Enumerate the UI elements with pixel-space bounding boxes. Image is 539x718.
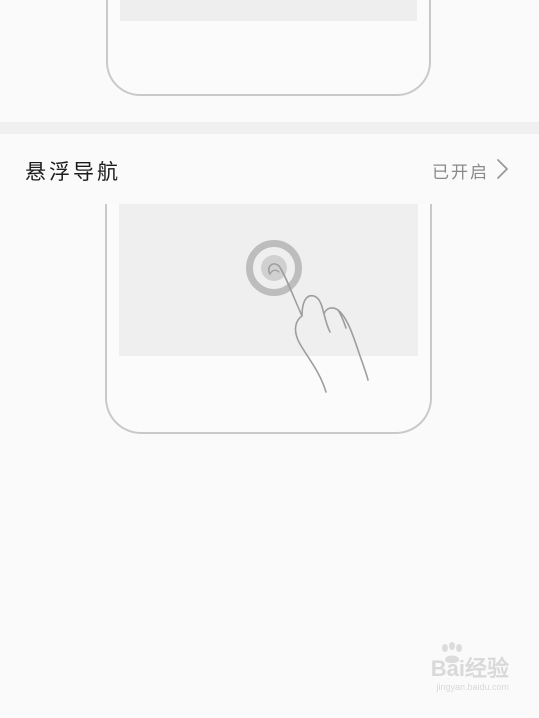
baidu-jingyan-watermark: Bai经验 jingyan.baidu.com (414, 642, 509, 704)
chevron-right-icon (497, 159, 508, 179)
phone-screen (120, 0, 417, 21)
gesture-illustration-phone (106, 0, 431, 96)
baidu-paw-logo (442, 642, 462, 663)
floating-navigation-setting-row[interactable]: 悬浮导航 已开启 (0, 134, 539, 204)
section-divider (0, 122, 539, 134)
settings-page: 悬浮导航 已开启 Bai经验 jingyan.baidu.com (0, 0, 539, 718)
setting-status: 已开启 (432, 163, 489, 183)
pointing-hand-icon (267, 263, 369, 393)
watermark-url: jingyan.baidu.com (436, 682, 509, 692)
setting-title: 悬浮导航 (25, 160, 121, 184)
